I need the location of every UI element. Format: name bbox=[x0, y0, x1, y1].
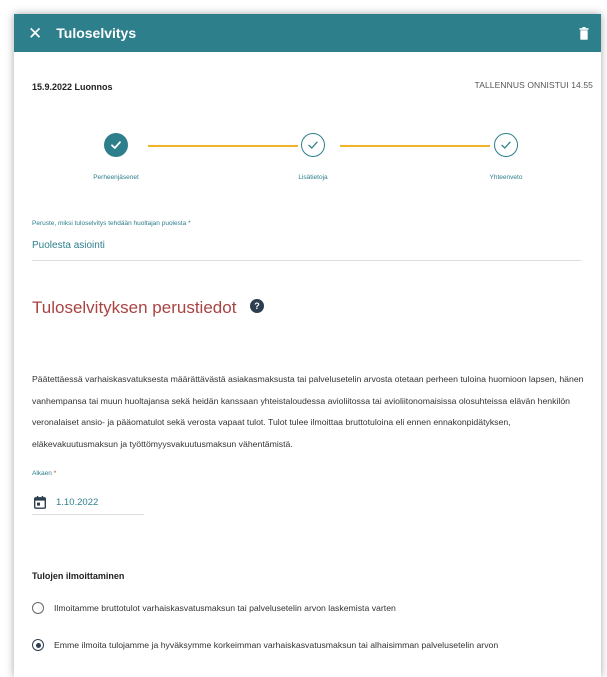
start-date-label-text: Alkaen bbox=[32, 470, 52, 477]
income-reporting-title: Tulojen ilmoittaminen bbox=[32, 571, 125, 581]
reason-value: Puolesta asiointi bbox=[32, 240, 105, 251]
start-date-label: Alkaen * bbox=[32, 470, 56, 477]
help-icon[interactable]: ? bbox=[250, 299, 264, 313]
section-title: Tuloselvityksen perustiedot bbox=[32, 298, 237, 317]
top-bar: ✕ Tuloselvitys bbox=[14, 14, 601, 52]
meta-row: 15.9.2022 Luonnos TALLENNUS ONNISTUI 14.… bbox=[14, 52, 601, 102]
start-date-value: 1.10.2022 bbox=[56, 497, 99, 508]
trash-icon[interactable] bbox=[579, 26, 589, 40]
step-1-check-icon[interactable] bbox=[104, 133, 128, 157]
step-3-check-icon[interactable] bbox=[494, 133, 518, 157]
step-label-details: Lisätietoja bbox=[298, 174, 328, 181]
step-label-family: Perheenjäsenet bbox=[93, 174, 139, 181]
progress-stepper: Perheenjäsenet Lisätietoja Yhteenveto bbox=[14, 102, 601, 190]
radio-report-gross-income[interactable]: Ilmoitamme bruttotulot varhaiskasvatusma… bbox=[32, 602, 396, 614]
start-date-input[interactable]: 1.10.2022 bbox=[32, 491, 144, 515]
calendar-icon[interactable] bbox=[34, 496, 48, 510]
page-title: Tuloselvitys bbox=[56, 25, 137, 41]
step-label-summary: Yhteenveto bbox=[489, 174, 523, 181]
section-title-row: Tuloselvityksen perustiedot ? bbox=[14, 286, 601, 336]
close-icon[interactable]: ✕ bbox=[28, 25, 42, 42]
reason-label: Peruste, miksi tuloselvitys tehdään huol… bbox=[32, 220, 191, 227]
basics-description: Päätettäessä varhaiskasvatuksesta määrät… bbox=[32, 374, 584, 449]
radio-label-gross-income: Ilmoitamme bruttotulot varhaiskasvatusma… bbox=[54, 603, 396, 613]
save-status: TALLENNUS ONNISTUI 14.55 bbox=[474, 80, 593, 90]
radio-no-income-report[interactable]: Emme ilmoita tulojamme ja hyväksymme kor… bbox=[32, 639, 498, 651]
draft-label: 15.9.2022 Luonnos bbox=[32, 82, 113, 92]
income-statement-window: ✕ Tuloselvitys 15.9.2022 Luonnos TALLENN… bbox=[14, 14, 601, 677]
radio-label-no-income: Emme ilmoita tulojamme ja hyväksymme kor… bbox=[54, 640, 499, 650]
reason-field[interactable]: Peruste, miksi tuloselvitys tehdään huol… bbox=[14, 190, 601, 286]
step-connector bbox=[340, 145, 490, 147]
radio-button-no-income[interactable] bbox=[32, 639, 44, 651]
required-mark: * bbox=[53, 470, 57, 477]
reason-underline bbox=[32, 260, 581, 261]
radio-button-gross-income[interactable] bbox=[32, 602, 44, 614]
step-connector bbox=[148, 145, 298, 147]
step-2-check-icon[interactable] bbox=[301, 133, 325, 157]
